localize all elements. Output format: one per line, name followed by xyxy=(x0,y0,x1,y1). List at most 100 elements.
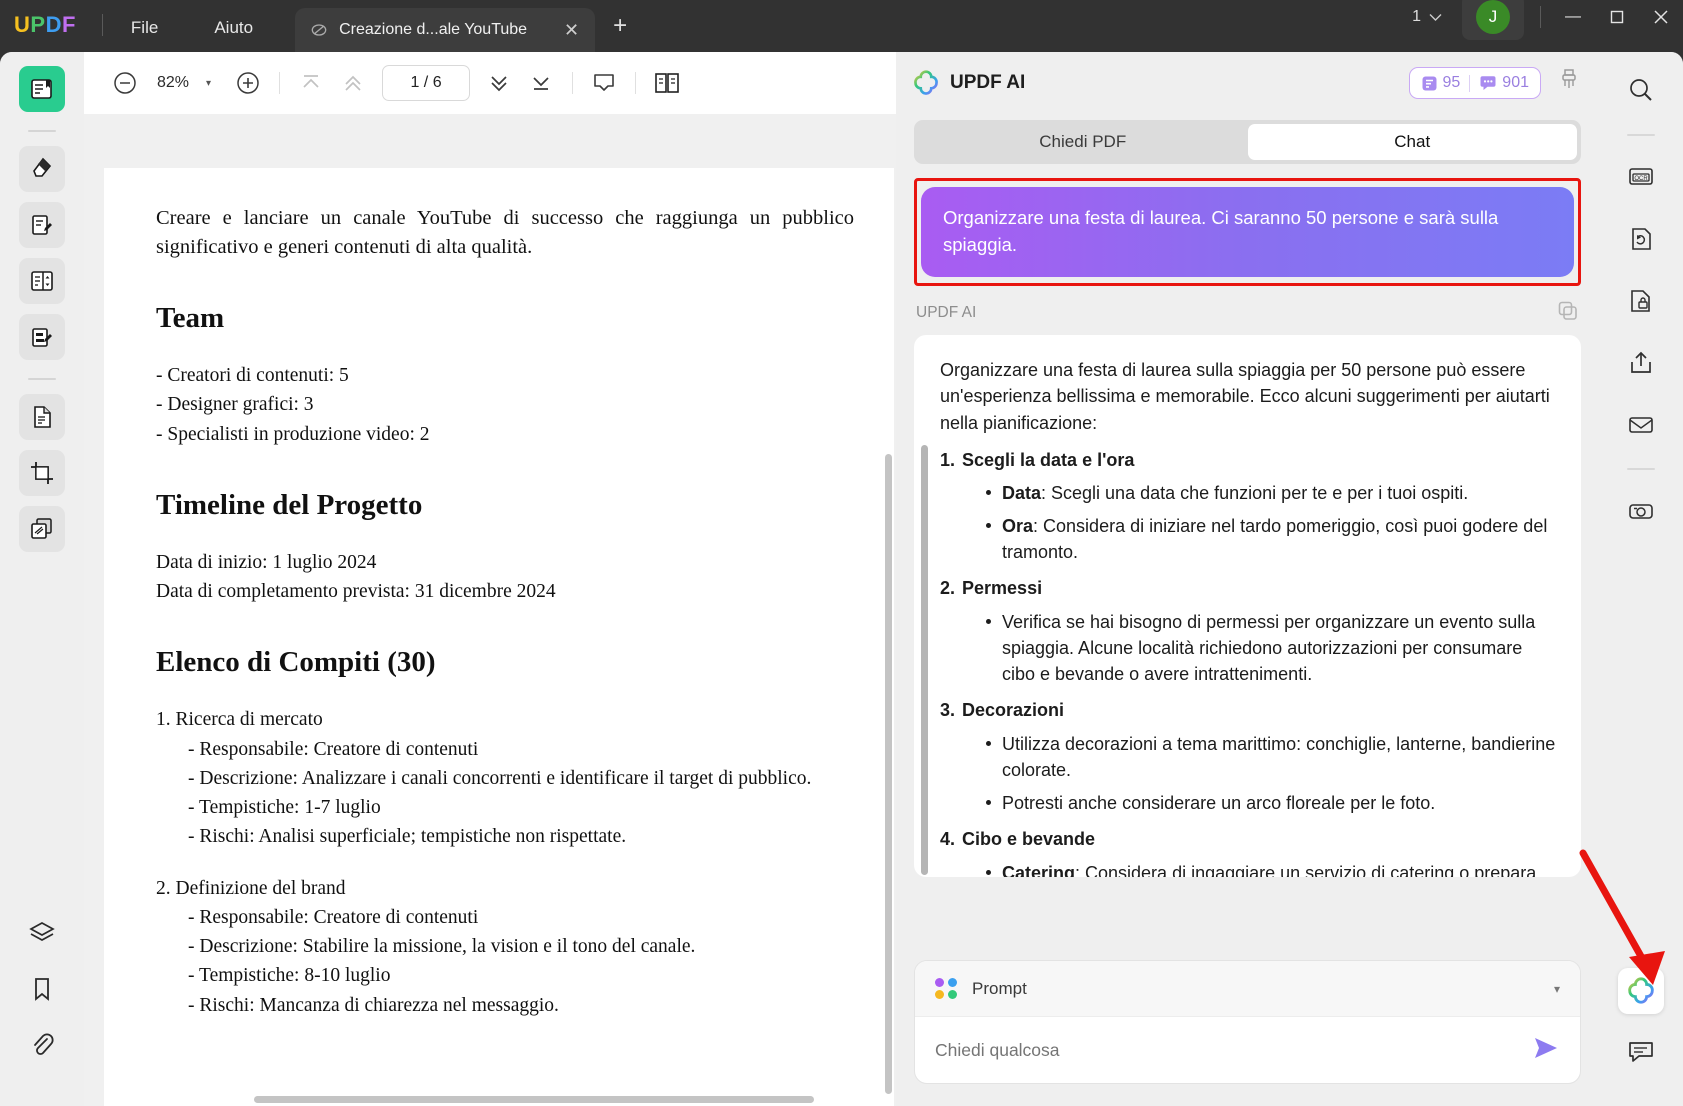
sidebar-item-search[interactable] xyxy=(1618,68,1664,114)
zoom-in-button[interactable] xyxy=(227,62,269,104)
document-heading-timeline: Timeline del Progetto xyxy=(156,488,423,521)
ai-item-1-bullet-2: Ora: Considera di iniziare nel tardo pom… xyxy=(986,513,1557,565)
ai-item-1-bullets: Data: Scegli una data che funzioni per t… xyxy=(940,480,1557,565)
presentation-mode-button[interactable] xyxy=(583,62,625,104)
crop-icon xyxy=(31,462,53,484)
sidebar-item-page-stack[interactable] xyxy=(19,506,65,552)
task-2-detail-1: - Responsabile: Creatore di contenuti xyxy=(188,906,479,928)
sidebar-item-organize-pages[interactable] xyxy=(19,258,65,304)
ai-credits-badges[interactable]: 95 901 xyxy=(1408,67,1541,99)
svg-text:OCR: OCR xyxy=(1634,176,1648,182)
updf-ai-panel: UPDF AI 95 901 Chiedi PDF Chat Organizza… xyxy=(896,52,1599,1106)
sidebar-item-comment[interactable] xyxy=(1618,1028,1664,1074)
minimize-button[interactable]: — xyxy=(1551,0,1595,34)
page-layout-button[interactable] xyxy=(646,62,688,104)
ai-item-2-bullet-1-text: Verifica se hai bisogno di permessi per … xyxy=(1002,612,1536,685)
toolbar-divider-3 xyxy=(635,72,637,94)
sidebar-item-share[interactable] xyxy=(1618,340,1664,386)
chat-credit-icon xyxy=(1480,75,1496,90)
convert-file-icon xyxy=(1632,228,1651,250)
ai-item-4-number: 4. xyxy=(940,829,956,850)
ai-item-2-number: 2. xyxy=(940,578,956,599)
title-bar: U P D F File Aiuto Creazione d...ale You… xyxy=(0,0,1683,52)
organize-pages-icon xyxy=(31,271,53,291)
rail-divider-2 xyxy=(28,378,56,380)
first-page-button[interactable] xyxy=(290,62,332,104)
timeline-line-1: Data di inizio: 1 luglio 2024 xyxy=(156,551,377,573)
sidebar-item-layers[interactable] xyxy=(19,910,65,956)
page-indicator-input[interactable]: 1 / 6 xyxy=(382,65,471,101)
ai-item-3-number: 3. xyxy=(940,700,956,721)
tab-chiedi-pdf[interactable]: Chiedi PDF xyxy=(918,124,1248,160)
attachment-icon xyxy=(34,1033,54,1055)
last-page-button[interactable] xyxy=(520,62,562,104)
previous-page-button[interactable] xyxy=(332,62,374,104)
tab-chat[interactable]: Chat xyxy=(1247,124,1577,160)
ai-panel-header: UPDF AI 95 901 xyxy=(896,52,1599,114)
sidebar-item-protect[interactable] xyxy=(1618,278,1664,324)
sidebar-item-updf-ai[interactable] xyxy=(1618,968,1664,1014)
document-tab[interactable]: Creazione d...ale YouTube ✕ xyxy=(295,8,596,52)
sidebar-item-annotate[interactable] xyxy=(19,202,65,248)
right-rail-divider-2 xyxy=(1627,468,1655,470)
close-icon[interactable]: ✕ xyxy=(562,20,581,41)
convert-icon xyxy=(34,406,51,428)
pdf-viewer-area[interactable]: Creare e lanciare un canale YouTube di s… xyxy=(84,114,896,1106)
brush-icon xyxy=(1562,68,1576,88)
prompt-selector[interactable]: Prompt ▾ xyxy=(915,961,1580,1017)
sidebar-item-ocr[interactable]: OCR xyxy=(1618,154,1664,200)
window-controls-divider xyxy=(1540,6,1541,28)
user-message-bubble: Organizzare una festa di laurea. Ci sara… xyxy=(921,187,1574,277)
send-button[interactable] xyxy=(1522,1035,1560,1066)
right-rail-bottom xyxy=(1618,968,1664,1106)
copy-icon[interactable] xyxy=(1557,300,1579,327)
ai-item-4-heading: Cibo e bevande xyxy=(962,829,1096,850)
task-2-detail-3: - Tempistiche: 8-10 luglio xyxy=(188,965,391,987)
document-tab-icon xyxy=(311,24,327,36)
rail-divider xyxy=(28,130,56,132)
window-count: 1 xyxy=(1412,8,1421,25)
logo-letter-p: P xyxy=(30,12,46,37)
chevron-up-double-icon xyxy=(345,75,361,91)
sidebar-item-edit-pdf[interactable] xyxy=(19,314,65,360)
zoom-level: 82% xyxy=(156,74,190,91)
zoom-dropdown-caret[interactable]: ▾ xyxy=(200,78,227,89)
ai-item-1: 1. Scegli la data e l'ora xyxy=(940,447,1557,474)
ai-panel-title: UPDF AI xyxy=(950,72,1026,93)
ai-item-3-bullet-1: Utilizza decorazioni a tema marittimo: c… xyxy=(986,731,1557,783)
next-page-button[interactable] xyxy=(478,62,520,104)
maximize-icon xyxy=(1610,10,1624,24)
chat-credits-count: 901 xyxy=(1502,74,1529,91)
sidebar-item-reader-view[interactable] xyxy=(19,66,65,112)
sidebar-item-email[interactable] xyxy=(1618,402,1664,448)
first-page-icon xyxy=(303,75,319,88)
search-icon xyxy=(1630,79,1652,101)
sidebar-item-crop[interactable] xyxy=(19,450,65,496)
updf-ai-icon xyxy=(1628,977,1654,1004)
clear-chat-button[interactable] xyxy=(1557,68,1581,99)
reader-view-icon xyxy=(31,79,52,99)
ai-response-scrollbar[interactable] xyxy=(921,444,928,875)
menu-aiuto[interactable]: Aiuto xyxy=(186,18,281,38)
sidebar-item-attachment[interactable] xyxy=(19,1022,65,1068)
close-window-button[interactable] xyxy=(1639,0,1683,34)
sidebar-item-convert[interactable] xyxy=(19,394,65,440)
account-button[interactable]: J xyxy=(1462,0,1524,40)
new-tab-button[interactable]: + xyxy=(613,12,627,40)
sidebar-item-highlighter[interactable] xyxy=(19,146,65,192)
document-credit-icon xyxy=(1422,76,1436,90)
zoom-out-button[interactable] xyxy=(104,62,146,104)
pdf-horizontal-scrollbar[interactable] xyxy=(254,1096,814,1103)
last-page-icon xyxy=(533,77,549,90)
sidebar-item-bookmark[interactable] xyxy=(19,966,65,1012)
menu-file[interactable]: File xyxy=(103,18,186,38)
pdf-vertical-scrollbar[interactable] xyxy=(885,454,892,1094)
chevron-down-icon[interactable]: ▾ xyxy=(1554,982,1560,996)
sidebar-item-compress[interactable] xyxy=(1618,488,1664,534)
app-window: U P D F File Aiuto Creazione d...ale You… xyxy=(0,0,1683,1106)
chat-input[interactable] xyxy=(935,1039,1522,1061)
window-list-dropdown[interactable]: 1 xyxy=(1398,8,1456,26)
maximize-button[interactable] xyxy=(1595,0,1639,34)
ai-item-1-bullet-1-text: : Scegli una data che funzioni per te e … xyxy=(1041,483,1469,504)
sidebar-item-convert-file[interactable] xyxy=(1618,216,1664,262)
